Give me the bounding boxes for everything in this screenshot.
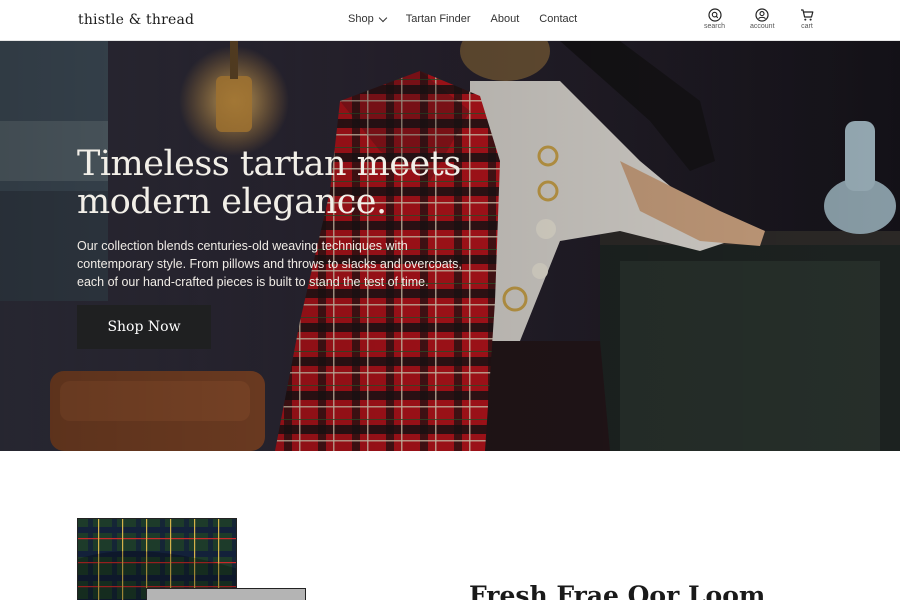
fabric-detail-image[interactable]	[146, 588, 306, 600]
chevron-down-icon	[378, 13, 387, 22]
site-logo[interactable]: thistle & thread	[78, 12, 194, 28]
utility-nav: search account cart	[696, 8, 836, 36]
nav-shop[interactable]: Shop	[348, 13, 387, 25]
cart-label: cart	[801, 23, 813, 30]
nav-contact[interactable]: Contact	[539, 13, 577, 25]
account-label: account	[750, 23, 775, 30]
hero-headline-line-2: modern elegance.	[77, 182, 387, 222]
search-button[interactable]: search	[704, 8, 725, 30]
hero-banner: Timeless tartan meets modern elegance. O…	[0, 41, 900, 451]
shop-now-button[interactable]: Shop Now	[77, 305, 211, 349]
site-header: thistle & thread Shop Tartan Finder Abou…	[0, 0, 900, 41]
nav-shop-label: Shop	[348, 13, 374, 25]
hero-description: Our collection blends centuries-old weav…	[77, 239, 462, 289]
cart-icon	[801, 9, 814, 21]
user-icon	[755, 8, 769, 22]
hero-headline-line-1: Timeless tartan meets	[77, 144, 461, 184]
hero-headline: Timeless tartan meets modern elegance.	[77, 145, 497, 221]
account-button[interactable]: account	[750, 8, 775, 30]
cart-button[interactable]: cart	[800, 8, 814, 30]
search-label: search	[704, 23, 726, 30]
nav-tartan-finder[interactable]: Tartan Finder	[406, 13, 471, 25]
nav-about[interactable]: About	[491, 13, 520, 25]
section-heading: Fresh Frae Oor Loom	[469, 581, 766, 600]
main-nav: Shop Tartan Finder About Contact	[348, 13, 577, 25]
search-icon	[707, 8, 722, 22]
